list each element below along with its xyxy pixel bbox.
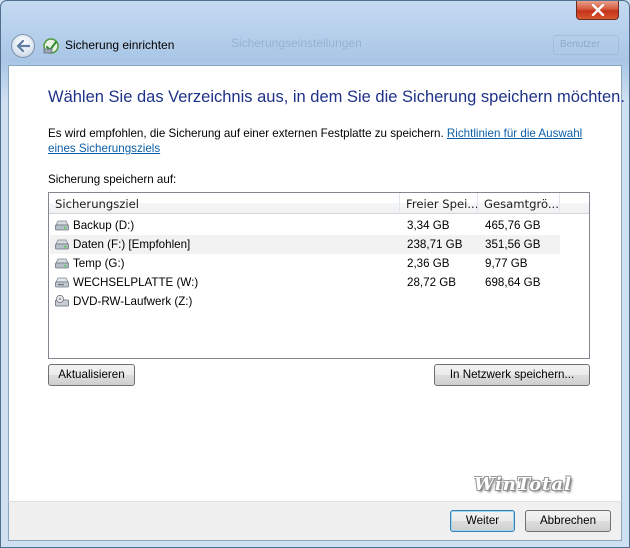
wintotal-watermark: WinTotal <box>474 474 572 495</box>
page-heading: Wählen Sie das Verzeichnis aus, in dem S… <box>48 88 625 106</box>
backup-setup-window: Sicherung einrichten Sicherungseinstellu… <box>0 0 630 548</box>
column-header-total-size[interactable]: Gesamtgrö... <box>478 193 560 214</box>
drive-name: Temp (G:) <box>73 257 125 270</box>
background-window-button: Benutzer <box>553 35 619 55</box>
drive-total-size: 351,56 GB <box>485 238 541 251</box>
drive-total-size: 465,76 GB <box>485 219 541 232</box>
table-row-temp[interactable]: Temp (G:) 2,36 GB 9,77 GB <box>50 254 560 273</box>
cancel-button[interactable]: Abbrechen <box>525 510 611 532</box>
table-row-wechselplatte[interactable]: WECHSELPLATTE (W:) 28,72 GB 698,64 GB <box>50 273 560 292</box>
column-header-filler <box>560 193 589 214</box>
wizard-footer: Weiter Abbrechen <box>8 501 622 541</box>
backup-target-list[interactable]: Sicherungsziel Freier Spei... Gesamtgrö.… <box>48 192 590 359</box>
wizard-content: Wählen Sie das Verzeichnis aus, in dem S… <box>8 65 625 501</box>
window-title: Sicherung einrichten <box>65 38 175 52</box>
drive-total-size: 9,77 GB <box>485 257 528 270</box>
drive-total-size: 698,64 GB <box>485 276 541 289</box>
next-button[interactable]: Weiter <box>450 510 515 532</box>
hard-drive-icon <box>55 220 69 231</box>
back-button[interactable] <box>11 34 35 58</box>
close-button[interactable] <box>576 1 619 20</box>
table-row-backup[interactable]: Backup (D:) 3,34 GB 465,76 GB <box>50 216 560 235</box>
drive-name: Backup (D:) <box>73 219 135 232</box>
background-window-title: Sicherungseinstellungen <box>231 36 362 50</box>
close-icon <box>591 4 604 16</box>
drive-free-space: 2,36 GB <box>407 257 450 270</box>
removable-drive-icon <box>55 277 69 288</box>
table-row-daten[interactable]: Daten (F:) [Empfohlen] 238,71 GB 351,56 … <box>50 235 560 254</box>
save-to-network-button[interactable]: In Netzwerk speichern... <box>434 364 590 386</box>
back-arrow-icon <box>16 40 30 52</box>
drive-free-space: 28,72 GB <box>407 276 456 289</box>
title-bar: Sicherung einrichten Sicherungseinstellu… <box>1 1 629 65</box>
description: Es wird empfohlen, die Sicherung auf ein… <box>48 127 447 140</box>
hard-drive-icon <box>55 239 69 250</box>
dvd-drive-icon <box>55 295 69 307</box>
drive-free-space: 238,71 GB <box>407 238 463 251</box>
drive-name: DVD-RW-Laufwerk (Z:) <box>73 295 193 308</box>
drive-name: Daten (F:) [Empfohlen] <box>73 238 191 251</box>
backup-app-icon <box>43 38 59 54</box>
drive-free-space: 3,34 GB <box>407 219 450 232</box>
description-text: Es wird empfohlen, die Sicherung auf ein… <box>48 126 608 156</box>
table-row-dvd[interactable]: DVD-RW-Laufwerk (Z:) <box>50 292 560 311</box>
hard-drive-icon <box>55 258 69 269</box>
refresh-button[interactable]: Aktualisieren <box>48 364 135 386</box>
save-location-label: Sicherung speichern auf: <box>48 173 177 186</box>
drive-name: WECHSELPLATTE (W:) <box>73 276 199 289</box>
column-header-free-space[interactable]: Freier Spei... <box>400 193 478 214</box>
column-header-target[interactable]: Sicherungsziel <box>49 193 400 214</box>
